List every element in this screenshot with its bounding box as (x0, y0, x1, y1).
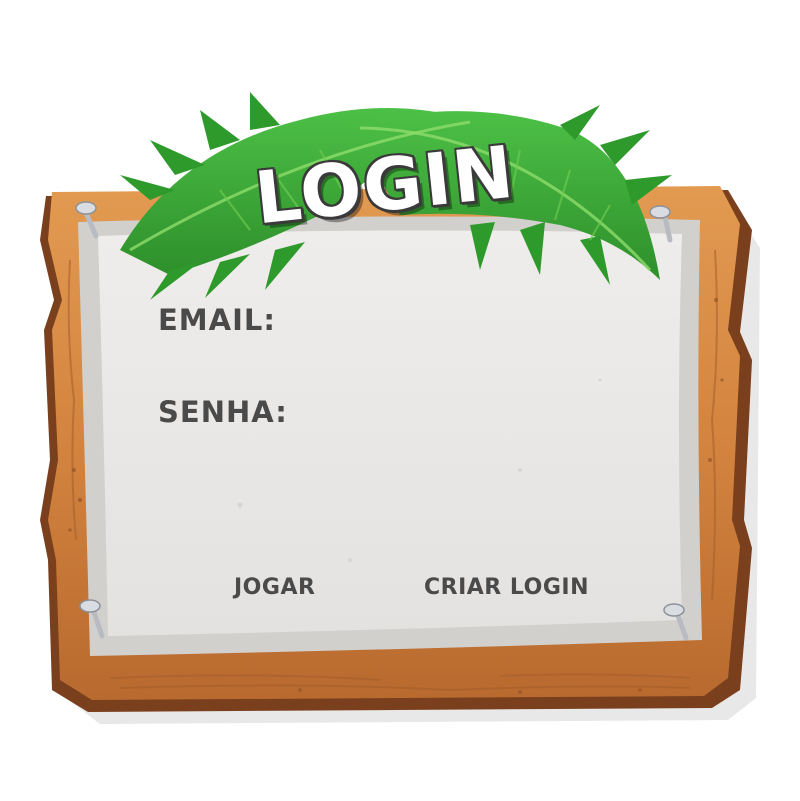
password-field[interactable] (296, 396, 654, 434)
password-label: SENHA: (158, 395, 288, 429)
login-screen: LOGIN EMAIL: SENHA: JOGAR CRIAR LOGIN (0, 0, 800, 801)
email-label: EMAIL: (158, 303, 276, 337)
email-field[interactable] (290, 304, 654, 342)
play-button[interactable]: JOGAR (234, 575, 315, 600)
create-login-button[interactable]: CRIAR LOGIN (424, 575, 589, 600)
